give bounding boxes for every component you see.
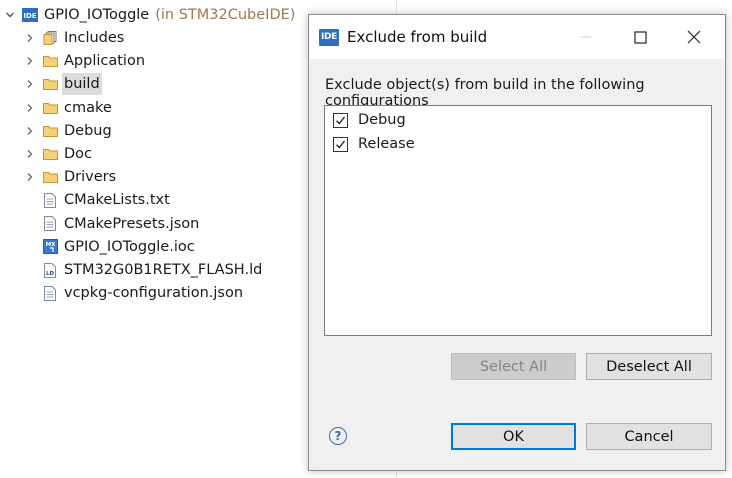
tree-item-label: vcpkg-configuration.json — [64, 285, 244, 302]
check-icon — [336, 116, 346, 125]
tree-item[interactable]: Debug — [24, 120, 114, 142]
file-icon — [42, 285, 58, 301]
minimize-button[interactable] — [563, 15, 609, 59]
maximize-icon — [633, 30, 647, 44]
tree-item[interactable]: Drivers — [24, 166, 118, 188]
tree-item-label: GPIO_IOToggle.ioc — [64, 238, 195, 255]
tree-item[interactable]: LD STM32G0B1RETX_FLASH.ld — [24, 259, 264, 281]
check-icon — [336, 140, 346, 149]
chevron-right-icon[interactable] — [24, 143, 36, 165]
chevron-right-icon[interactable] — [24, 97, 36, 119]
config-row-debug[interactable]: Debug — [333, 108, 406, 132]
project-name: GPIO_IOToggle — [44, 7, 150, 23]
tree-item-label: STM32G0B1RETX_FLASH.ld — [64, 262, 263, 278]
chevron-right-icon[interactable] — [24, 73, 36, 95]
chevron-right-icon[interactable] — [24, 50, 36, 72]
chevron-down-icon[interactable] — [4, 4, 16, 26]
tree-item-label: Application — [64, 53, 146, 70]
tree-item-label: Includes — [64, 30, 125, 46]
ide-app-icon: IDE — [319, 28, 339, 46]
dialog-titlebar[interactable]: IDE Exclude from build — [309, 15, 725, 59]
debug-checkbox[interactable] — [333, 112, 348, 128]
maximize-button[interactable] — [617, 15, 663, 59]
tree-item-label: build — [62, 73, 102, 96]
project-suffix: (in STM32CubeIDE) — [155, 7, 296, 23]
linker-file-icon: LD — [42, 262, 58, 278]
folder-icon — [42, 146, 58, 162]
select-all-button[interactable]: Select All — [451, 353, 576, 380]
close-button[interactable] — [671, 15, 717, 59]
cancel-button[interactable]: Cancel — [586, 423, 712, 450]
folder-icon — [42, 123, 58, 139]
tree-item[interactable]: cmake — [24, 97, 114, 119]
release-label: Release — [358, 136, 415, 152]
folder-icon — [42, 53, 58, 69]
tree-item[interactable]: CMakePresets.json — [24, 213, 201, 235]
configurations-list[interactable]: Debug Release — [324, 105, 712, 336]
tree-item[interactable]: Includes — [24, 27, 126, 49]
project-root[interactable]: IDE GPIO_IOToggle (in STM32CubeIDE) — [4, 4, 295, 26]
ide-project-icon: IDE — [22, 7, 38, 23]
config-row-release[interactable]: Release — [333, 132, 415, 156]
file-icon — [42, 216, 58, 232]
tree-item[interactable]: Doc — [24, 143, 94, 165]
debug-label: Debug — [358, 112, 406, 128]
folder-icon — [42, 169, 58, 185]
tree-item-label: CMakeLists.txt — [64, 192, 170, 209]
tree-item-label: cmake — [64, 99, 112, 116]
includes-icon — [42, 30, 58, 46]
help-icon[interactable]: ? — [329, 427, 347, 445]
folder-icon — [42, 76, 58, 92]
dialog-title: Exclude from build — [347, 28, 488, 46]
chevron-right-icon[interactable] — [24, 120, 36, 142]
svg-text:LD: LD — [46, 271, 55, 277]
file-icon — [42, 192, 58, 208]
minimize-icon — [581, 36, 591, 38]
release-checkbox[interactable] — [333, 136, 348, 152]
svg-text:MX: MX — [45, 242, 55, 248]
tree-item[interactable]: Application — [24, 50, 147, 72]
folder-icon — [42, 100, 58, 116]
tree-item[interactable]: CMakeLists.txt — [24, 189, 172, 211]
deselect-all-button[interactable]: Deselect All — [586, 353, 712, 380]
tree-item[interactable]: build — [24, 73, 102, 96]
tree-item-label: CMakePresets.json — [64, 215, 200, 232]
tree-item[interactable]: vcpkg-configuration.json — [24, 282, 245, 304]
tree-item-label: Doc — [64, 146, 93, 162]
ioc-file-icon: MX — [42, 239, 58, 255]
svg-text:IDE: IDE — [23, 12, 36, 20]
tree-item-label: Debug — [64, 122, 112, 139]
ok-button[interactable]: OK — [451, 423, 576, 450]
close-icon — [687, 30, 701, 44]
chevron-right-icon[interactable] — [24, 166, 36, 188]
chevron-right-icon[interactable] — [24, 27, 36, 49]
tree-item[interactable]: MX GPIO_IOToggle.ioc — [24, 236, 197, 258]
exclude-from-build-dialog: IDE Exclude from build Exclude object(s)… — [308, 14, 726, 471]
tree-item-label: Drivers — [64, 169, 117, 186]
